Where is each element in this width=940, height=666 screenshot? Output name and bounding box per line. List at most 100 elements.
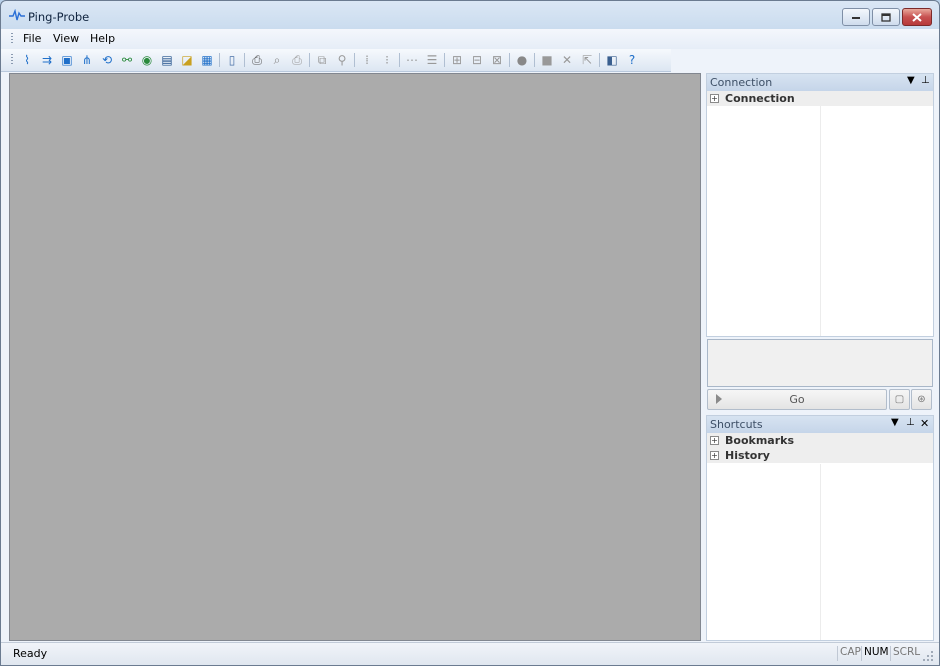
print-icon: ⎙ — [252, 53, 262, 67]
print-preview-button[interactable]: ⌕ — [269, 52, 285, 68]
help-icon: ? — [628, 53, 636, 67]
monitor-button[interactable]: ▤ — [159, 52, 175, 68]
printer-icon: ⎙ — [292, 53, 302, 67]
globe-icon: ◉ — [141, 53, 153, 67]
document-area[interactable] — [9, 73, 701, 641]
tree-item-bookmarks[interactable]: + Bookmarks — [707, 433, 933, 448]
network-map-button[interactable]: ⋔ — [79, 52, 95, 68]
new-document-icon: ▯ — [228, 53, 236, 67]
expand-icon[interactable]: + — [710, 451, 719, 460]
scrl-indicator: SCRL — [890, 646, 922, 661]
ping-button[interactable]: ⌇ — [19, 52, 35, 68]
monitor-icon: ▤ — [161, 53, 173, 67]
export-button[interactable]: ⇱ — [579, 52, 595, 68]
port-scan-button[interactable]: ▣ — [59, 52, 75, 68]
connect-button[interactable]: ⋯ — [404, 52, 420, 68]
calculator-button[interactable]: ▦ — [199, 52, 215, 68]
pin-icon[interactable]: ⊥ — [921, 75, 930, 86]
record-icon: ● — [516, 53, 528, 67]
pin-icon[interactable]: ⊥ — [906, 417, 915, 428]
tree-item-connection[interactable]: + Connection — [707, 91, 933, 106]
export-icon: ⇱ — [581, 53, 593, 67]
print-preview-icon: ⌕ — [273, 53, 281, 67]
panel-menu-icon[interactable]: ▼ — [891, 417, 899, 428]
print-button[interactable]: ⎙ — [249, 52, 265, 68]
network-map-icon: ⋔ — [81, 53, 93, 67]
network-scan-icon: ⚯ — [121, 53, 133, 67]
app-window: Ping-Probe File View Help ⌇ ⇉ ▣ ⋔ ⟲ ⚯ ◉ ▤ ◪ ▦ ▯ ⎙ ⌕ ⎙… — [0, 0, 940, 666]
go-label: Go — [789, 393, 805, 406]
tree-split-icon: ⊠ — [491, 53, 503, 67]
copy-icon: ⧉ — [317, 53, 327, 67]
connection-panel: Connection ▼ ⊥ + Connection — [706, 73, 934, 337]
toolbar-separator — [244, 53, 245, 67]
connect-icon: ⋯ — [406, 53, 418, 67]
list-button[interactable]: ☰ — [424, 52, 440, 68]
tree-item-label: Bookmarks — [725, 434, 794, 447]
calculator-icon: ▦ — [201, 53, 213, 67]
find-icon: ⚲ — [337, 53, 347, 67]
expand-icon[interactable]: + — [710, 94, 719, 103]
toolbar-grip[interactable] — [11, 54, 13, 66]
status-text: Ready — [13, 647, 48, 660]
dns-lookup-button[interactable]: ⟲ — [99, 52, 115, 68]
tree-item-label: Connection — [725, 92, 795, 105]
cancel-icon: ✕ — [561, 53, 573, 67]
toolbar: ⌇ ⇉ ▣ ⋔ ⟲ ⚯ ◉ ▤ ◪ ▦ ▯ ⎙ ⌕ ⎙ ⧉ ⚲ ⁞ ⁝ ⋯ ☰ ⊞ ⊟ ⊠ ● ■ ✕ ⇱ ◧? — [1, 49, 671, 72]
collapse-button[interactable]: ⁝ — [379, 52, 395, 68]
options-button[interactable]: ▢ — [889, 389, 910, 410]
port-scan-icon: ▣ — [61, 53, 73, 67]
menu-grip[interactable] — [11, 33, 13, 45]
help-button[interactable]: ? — [624, 52, 640, 68]
shortcuts-panel: Shortcuts ▼ ⊥ ✕ + Bookmarks + History — [706, 415, 934, 641]
expand-button[interactable]: ⁞ — [359, 52, 375, 68]
menu-bar: File View Help — [1, 29, 939, 49]
book-icon: ◧ — [606, 53, 618, 67]
toolbar-separator — [444, 53, 445, 67]
shortcuts-panel-title: Shortcuts — [710, 418, 763, 431]
toolbar-separator — [534, 53, 535, 67]
panel-menu-icon[interactable]: ▼ — [907, 75, 915, 86]
column-divider — [820, 464, 821, 640]
tree-button[interactable]: ⊞ — [449, 52, 465, 68]
tree-split-button[interactable]: ⊠ — [489, 52, 505, 68]
copy-button[interactable]: ⧉ — [314, 52, 330, 68]
tree-item-history[interactable]: + History — [707, 448, 933, 463]
menu-help[interactable]: Help — [90, 32, 115, 45]
resize-grip-icon[interactable] — [923, 651, 935, 663]
connection-panel-title: Connection — [710, 76, 773, 89]
title-bar[interactable]: Ping-Probe — [1, 1, 939, 29]
record-button[interactable]: ● — [514, 52, 530, 68]
expand-icon[interactable]: + — [710, 436, 719, 445]
close-icon — [912, 12, 922, 22]
dns-lookup-icon: ⟲ — [101, 53, 113, 67]
new-document-button[interactable]: ▯ — [224, 52, 240, 68]
cancel-button[interactable]: ✕ — [559, 52, 575, 68]
toolbar-separator — [309, 53, 310, 67]
book-button[interactable]: ◧ — [604, 52, 620, 68]
find-button[interactable]: ⚲ — [334, 52, 350, 68]
minimize-button[interactable] — [842, 8, 870, 26]
close-button[interactable] — [902, 8, 932, 26]
tree-view-icon: ⊟ — [471, 53, 483, 67]
address-textbox[interactable] — [707, 339, 933, 387]
settings-button[interactable]: ⊛ — [911, 389, 932, 410]
menu-file[interactable]: File — [23, 32, 41, 45]
connection-panel-header: Connection ▼ ⊥ — [707, 74, 933, 91]
options-icon: ▢ — [894, 394, 905, 405]
maximize-button[interactable] — [872, 8, 900, 26]
printer-button[interactable]: ⎙ — [289, 52, 305, 68]
menu-view[interactable]: View — [53, 32, 79, 45]
whois-button[interactable]: ◪ — [179, 52, 195, 68]
close-icon[interactable]: ✕ — [920, 417, 929, 430]
go-button[interactable]: Go — [707, 389, 887, 410]
globe-button[interactable]: ◉ — [139, 52, 155, 68]
tree-view-button[interactable]: ⊟ — [469, 52, 485, 68]
trace-route-button[interactable]: ⇉ — [39, 52, 55, 68]
network-scan-button[interactable]: ⚯ — [119, 52, 135, 68]
cap-indicator: CAP — [837, 646, 863, 661]
tree-icon: ⊞ — [451, 53, 463, 67]
tree-item-label: History — [725, 449, 770, 462]
stop-button[interactable]: ■ — [539, 52, 555, 68]
maximize-icon — [881, 12, 891, 22]
